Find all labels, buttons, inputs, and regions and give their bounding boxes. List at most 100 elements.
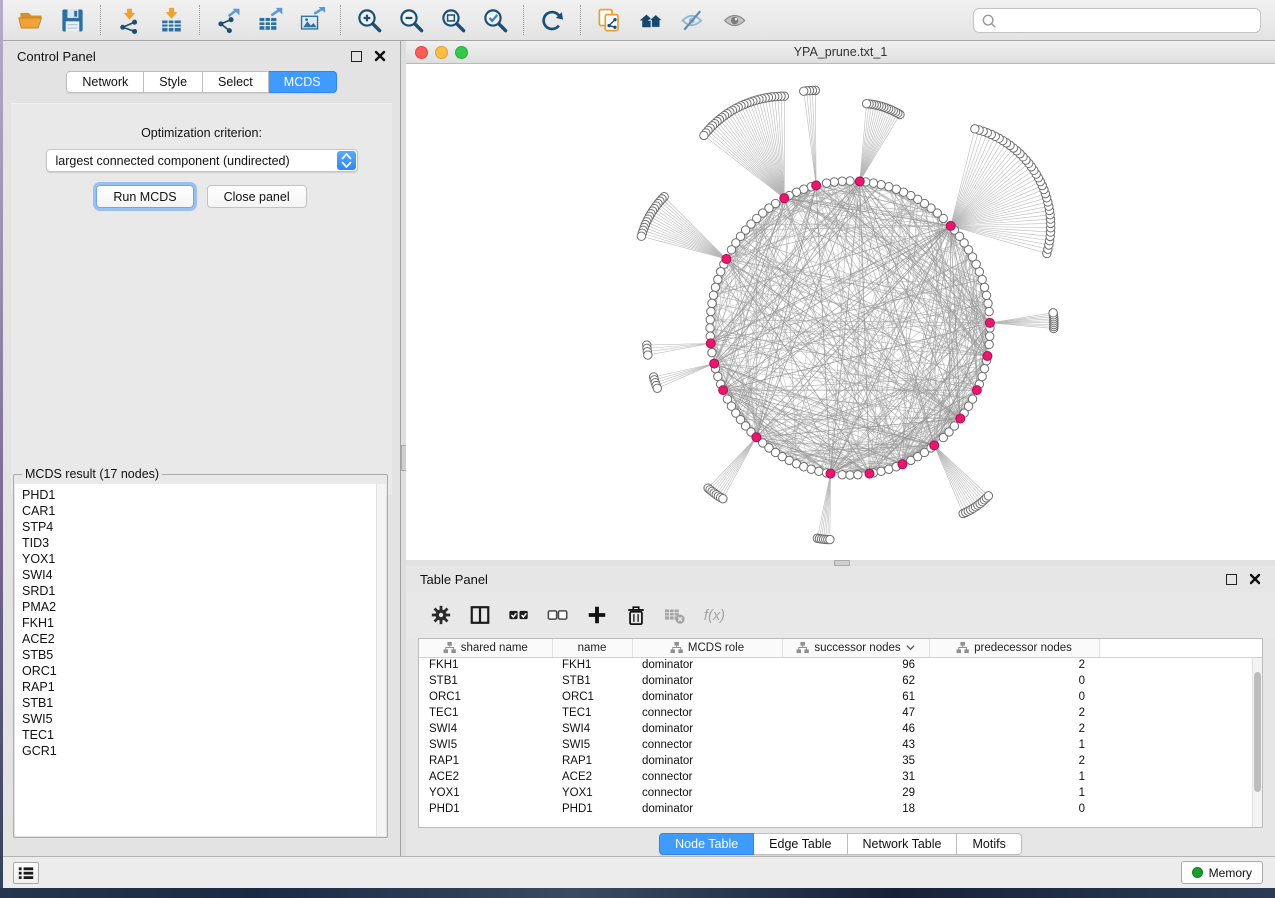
mcds-node[interactable] <box>898 460 907 469</box>
float-panel-icon[interactable] <box>351 51 362 62</box>
table-row[interactable]: PHD1PHD1dominator180 <box>419 801 1262 817</box>
network-node[interactable] <box>984 299 992 307</box>
optimization-criterion-select[interactable]: largest connected component (undirected) <box>46 149 358 172</box>
mcds-result-item[interactable]: TEC1 <box>22 727 376 743</box>
network-canvas[interactable] <box>406 64 1275 560</box>
first-neighbors-button[interactable] <box>630 1 672 39</box>
table-row[interactable]: SWI4SWI4dominator462 <box>419 721 1262 737</box>
network-node[interactable] <box>706 316 714 324</box>
export-table-button[interactable] <box>249 1 291 39</box>
mcds-node[interactable] <box>985 318 994 327</box>
network-node[interactable] <box>950 422 958 430</box>
show-all-button[interactable] <box>714 1 756 39</box>
search-input[interactable] <box>1002 13 1253 29</box>
table-row[interactable]: FKH1FKH1dominator962 <box>419 657 1262 673</box>
mcds-result-item[interactable]: STB1 <box>22 695 376 711</box>
network-node[interactable] <box>846 471 854 479</box>
mcds-result-item[interactable]: TID3 <box>22 535 376 551</box>
network-node[interactable] <box>978 275 986 283</box>
tab-mcds[interactable]: MCDS <box>269 71 337 93</box>
table-row[interactable]: ORC1ORC1dominator610 <box>419 689 1262 705</box>
table-tab-node-table[interactable]: Node Table <box>659 833 754 855</box>
satellite-node[interactable] <box>1049 309 1057 317</box>
mcds-result-item[interactable]: PMA2 <box>22 599 376 615</box>
satellite-node[interactable] <box>862 99 870 107</box>
open-session-button[interactable] <box>9 1 51 39</box>
mcds-result-item[interactable]: YOX1 <box>22 551 376 567</box>
tab-select[interactable]: Select <box>203 71 269 93</box>
network-node[interactable] <box>815 467 823 475</box>
mcds-result-item[interactable]: GCR1 <box>22 743 376 759</box>
refresh-layout-button[interactable] <box>531 1 573 39</box>
import-table-button[interactable] <box>150 1 192 39</box>
table-scrollbar[interactable] <box>1252 658 1262 827</box>
search-box[interactable] <box>973 8 1261 33</box>
table-row[interactable]: RAP1RAP1dominator352 <box>419 753 1262 769</box>
mcds-node[interactable] <box>946 221 955 230</box>
zoom-fit-button[interactable] <box>432 1 474 39</box>
mcds-result-item[interactable]: SWI4 <box>22 567 376 583</box>
tab-network[interactable]: Network <box>66 71 144 93</box>
network-node[interactable] <box>980 364 988 372</box>
column-header-name[interactable]: name <box>552 639 632 657</box>
mcds-node[interactable] <box>780 194 789 203</box>
table-tab-network-table[interactable]: Network Table <box>848 833 958 855</box>
delete-column-button[interactable] <box>625 600 647 630</box>
network-node[interactable] <box>877 180 885 188</box>
table-row[interactable]: TEC1TEC1connector472 <box>419 705 1262 721</box>
mcds-result-item[interactable]: STB5 <box>22 647 376 663</box>
close-panel-button[interactable]: Close panel <box>207 185 307 208</box>
import-network-button[interactable] <box>108 1 150 39</box>
network-node[interactable] <box>830 178 838 186</box>
zoom-selected-button[interactable] <box>474 1 516 39</box>
zoom-out-button[interactable] <box>390 1 432 39</box>
show-columns-button[interactable] <box>469 600 491 630</box>
mcds-node[interactable] <box>855 177 864 186</box>
clone-network-button[interactable] <box>588 1 630 39</box>
mcds-node[interactable] <box>719 386 728 395</box>
panel-list-button[interactable] <box>13 862 39 884</box>
network-node[interactable] <box>838 471 846 479</box>
table-tab-motifs[interactable]: Motifs <box>957 833 1021 855</box>
network-node[interactable] <box>709 291 717 299</box>
table-tab-edge-table[interactable]: Edge Table <box>754 833 847 855</box>
mcds-result-item[interactable]: ORC1 <box>22 663 376 679</box>
satellite-node[interactable] <box>653 384 661 392</box>
satellite-node[interactable] <box>984 492 992 500</box>
hide-selected-button[interactable] <box>672 1 714 39</box>
network-node[interactable] <box>985 307 993 315</box>
table-row[interactable]: YOX1YOX1connector291 <box>419 785 1262 801</box>
table-row[interactable]: SWI5SWI5connector431 <box>419 737 1262 753</box>
mcds-result-item[interactable]: FKH1 <box>22 615 376 631</box>
table-row[interactable]: STB1STB1dominator620 <box>419 673 1262 689</box>
network-node[interactable] <box>869 179 877 187</box>
network-node[interactable] <box>716 268 724 276</box>
network-node[interactable] <box>980 283 988 291</box>
network-node[interactable] <box>985 340 993 348</box>
column-header-successor_nodes[interactable]: successor nodes <box>782 639 929 657</box>
mcds-node[interactable] <box>706 339 715 348</box>
network-node[interactable] <box>885 183 893 191</box>
run-mcds-button[interactable]: Run MCDS <box>96 185 193 208</box>
network-node[interactable] <box>822 179 830 187</box>
memory-button[interactable]: Memory <box>1181 861 1263 884</box>
mcds-node[interactable] <box>983 352 992 361</box>
mcds-node[interactable] <box>865 469 874 478</box>
network-node[interactable] <box>968 395 976 403</box>
mcds-node[interactable] <box>826 469 835 478</box>
export-image-button[interactable] <box>291 1 333 39</box>
network-node[interactable] <box>714 275 722 283</box>
satellite-node[interactable] <box>800 87 808 95</box>
column-header-predecessor_nodes[interactable]: predecessor nodes <box>929 639 1099 657</box>
export-network-button[interactable] <box>207 1 249 39</box>
tab-style[interactable]: Style <box>144 71 203 93</box>
select-all-rows-button[interactable] <box>508 600 530 630</box>
zoom-in-button[interactable] <box>348 1 390 39</box>
network-node[interactable] <box>727 246 735 254</box>
result-scrollbar[interactable] <box>376 484 386 836</box>
network-node[interactable] <box>854 471 862 479</box>
network-node[interactable] <box>978 372 986 380</box>
mcds-result-item[interactable]: STP4 <box>22 519 376 535</box>
network-node[interactable] <box>708 299 716 307</box>
mcds-result-item[interactable]: SWI5 <box>22 711 376 727</box>
